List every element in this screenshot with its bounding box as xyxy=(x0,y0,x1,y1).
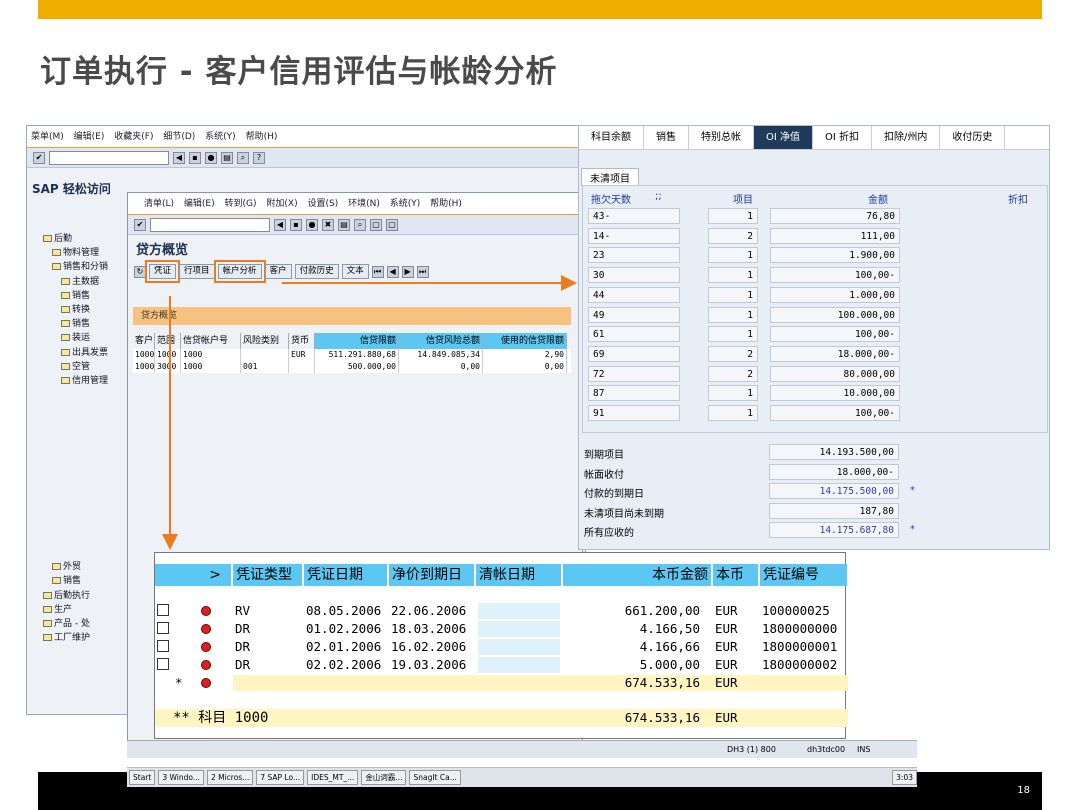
connector-arrows xyxy=(162,275,577,550)
